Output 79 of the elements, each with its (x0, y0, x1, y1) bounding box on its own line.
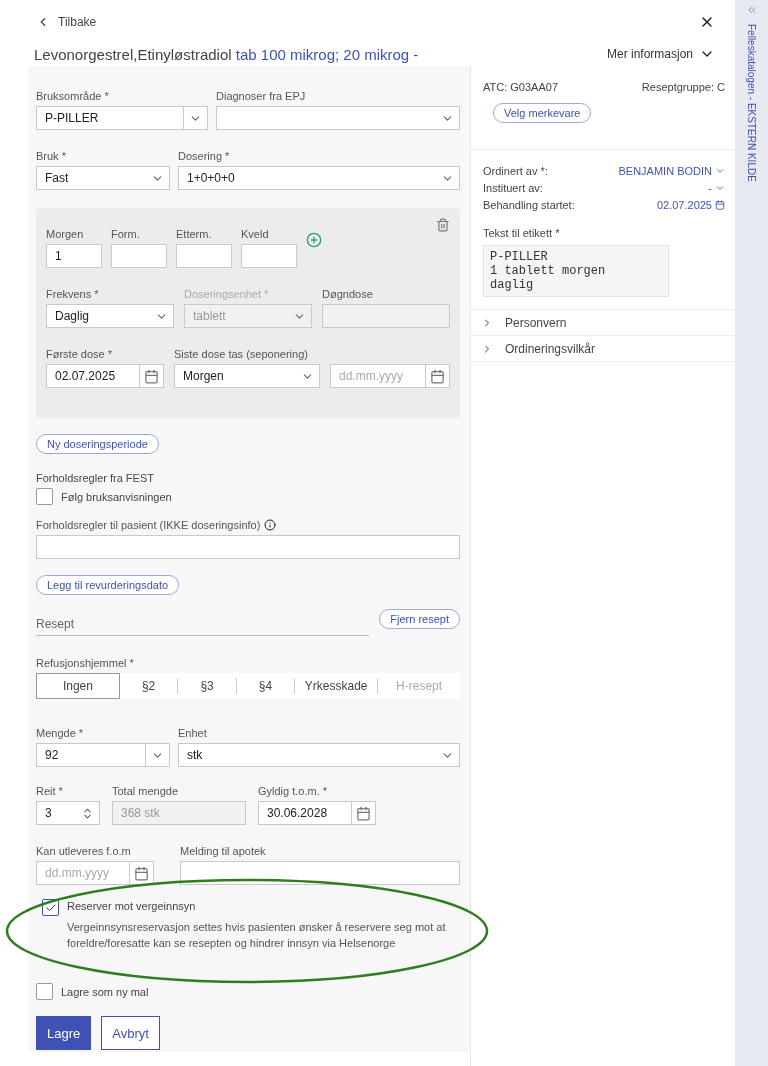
calendar-icon (144, 368, 159, 384)
prescription-group: Reseptgruppe: C (641, 80, 725, 93)
section-label: Forholdsregler fra FEST (36, 472, 155, 484)
field-label: Melding til apotek (180, 845, 267, 857)
select-field[interactable]: stk (178, 743, 460, 767)
calendar-icon (430, 368, 445, 384)
field-label: Morgen (46, 228, 85, 240)
new-dose-period-button[interactable]: Ny doseringsperiode (36, 434, 159, 454)
detail-label: Behandling startet: (483, 198, 575, 211)
info-icon[interactable] (264, 519, 277, 531)
checkbox[interactable] (36, 983, 53, 1000)
checkbox[interactable] (36, 488, 53, 505)
select-field[interactable] (216, 106, 460, 130)
checkbox-label: Følg bruksanvisningen (61, 490, 172, 503)
input-field[interactable] (180, 861, 460, 885)
field-label: Tekst til etikett * (483, 227, 561, 239)
side-panel-tab[interactable]: Felleskatalogen - EKSTERN KILDE (746, 24, 757, 182)
add-review-date-button[interactable]: Legg til revurderingsdato (36, 575, 180, 595)
add-icon[interactable] (306, 232, 322, 248)
calendar-icon (356, 805, 371, 821)
label-text-field[interactable]: P-PILLER 1 tablett morgen daglig (483, 245, 669, 297)
input-field[interactable] (36, 535, 460, 559)
description-text: Vergeinnsynsreservasjon settes hvis pasienten ønsker å reservere seg mot at foreldre/foresatte kan se resepten og hindrer innsyn via Helsenorge (67, 920, 446, 951)
field-label: Doseringsenhet * (184, 288, 270, 300)
input-field: 368 stk (112, 801, 246, 825)
choose-brand-button[interactable]: Velg merkevare (493, 103, 592, 123)
input-field[interactable] (176, 244, 232, 268)
detail-value[interactable]: BENJAMIN BODIN (618, 164, 725, 177)
detail-label: Instituert av: (483, 181, 543, 194)
detail-value[interactable]: - (708, 181, 725, 194)
field-label: Første dose * (46, 348, 114, 360)
input-field[interactable] (241, 244, 297, 268)
checkbox-label: Lagre som ny mal (61, 985, 149, 998)
accordion-header[interactable]: Personvern (471, 310, 735, 336)
calendar-icon (715, 199, 725, 210)
field-label: Kveld (241, 228, 270, 240)
select-field[interactable]: 92 (36, 743, 170, 767)
trash-icon[interactable] (436, 218, 450, 232)
select-field[interactable]: 1+0+0+0 (178, 166, 460, 190)
field-label: Forholdsregler til pasient (IKKE doseringsinfo) (36, 519, 261, 531)
select-field[interactable]: Daglig (46, 304, 174, 328)
field-label: Frekvens * (46, 288, 100, 300)
cancel-button[interactable]: Avbryt (101, 1016, 160, 1050)
calendar-icon (134, 865, 149, 881)
input-field[interactable] (111, 244, 167, 268)
field-label: Etterm. (176, 228, 213, 240)
checkbox-label: Reserver mot vergeinnsyn (67, 900, 196, 912)
field-label: Reit * (36, 785, 64, 797)
field-label: Form. (111, 228, 141, 240)
accordion-header[interactable]: Ordineringsvilkår (471, 336, 735, 362)
field-label: Total mengde (112, 785, 180, 797)
select-field[interactable]: P-PILLER (36, 106, 208, 130)
number-field[interactable]: 3 (36, 801, 100, 825)
select-field[interactable]: Fast (36, 166, 170, 190)
field-label: Dosering * (178, 150, 231, 162)
field-label: Bruk * (36, 150, 67, 162)
input-field[interactable]: 1 (46, 244, 102, 268)
field-label: Mengde * (36, 727, 85, 739)
field-label: Bruksområde * (36, 90, 110, 102)
detail-label: Ordinert av *: (483, 164, 548, 177)
field-label: Døgndose (322, 288, 374, 300)
date-field[interactable]: 02.07.2025 (46, 364, 164, 388)
refund-option[interactable]: Ingen (36, 673, 120, 699)
field-label: Refusjonshjemmel * (36, 657, 135, 669)
save-button[interactable]: Lagre (36, 1016, 92, 1050)
back-link[interactable]: Tilbake (36, 12, 97, 32)
field-label: Kan utleveres f.o.m (36, 845, 132, 857)
date-field[interactable]: 30.06.2028 (258, 801, 376, 825)
drug-title: Levonorgestrel,Etinyløstradiol tab 100 mikrog; 20 mikrog - (34, 45, 419, 63)
field-label: Enhet (178, 727, 208, 739)
more-info-button[interactable]: Mer informasjon (606, 46, 715, 62)
field-label: Gyldig t.o.m. * (258, 785, 329, 797)
remove-prescription-button[interactable]: Fjern resept (379, 609, 460, 629)
select-field[interactable]: Morgen (174, 364, 320, 388)
atc-code: ATC: G03AA07 (483, 80, 558, 93)
detail-value[interactable]: 02.07.2025 (656, 198, 725, 211)
field-label: Diagnoser fra EPJ (216, 90, 307, 102)
prescription-heading: Resept (36, 616, 370, 636)
field-label: Siste dose tas (seponering) (174, 348, 309, 360)
